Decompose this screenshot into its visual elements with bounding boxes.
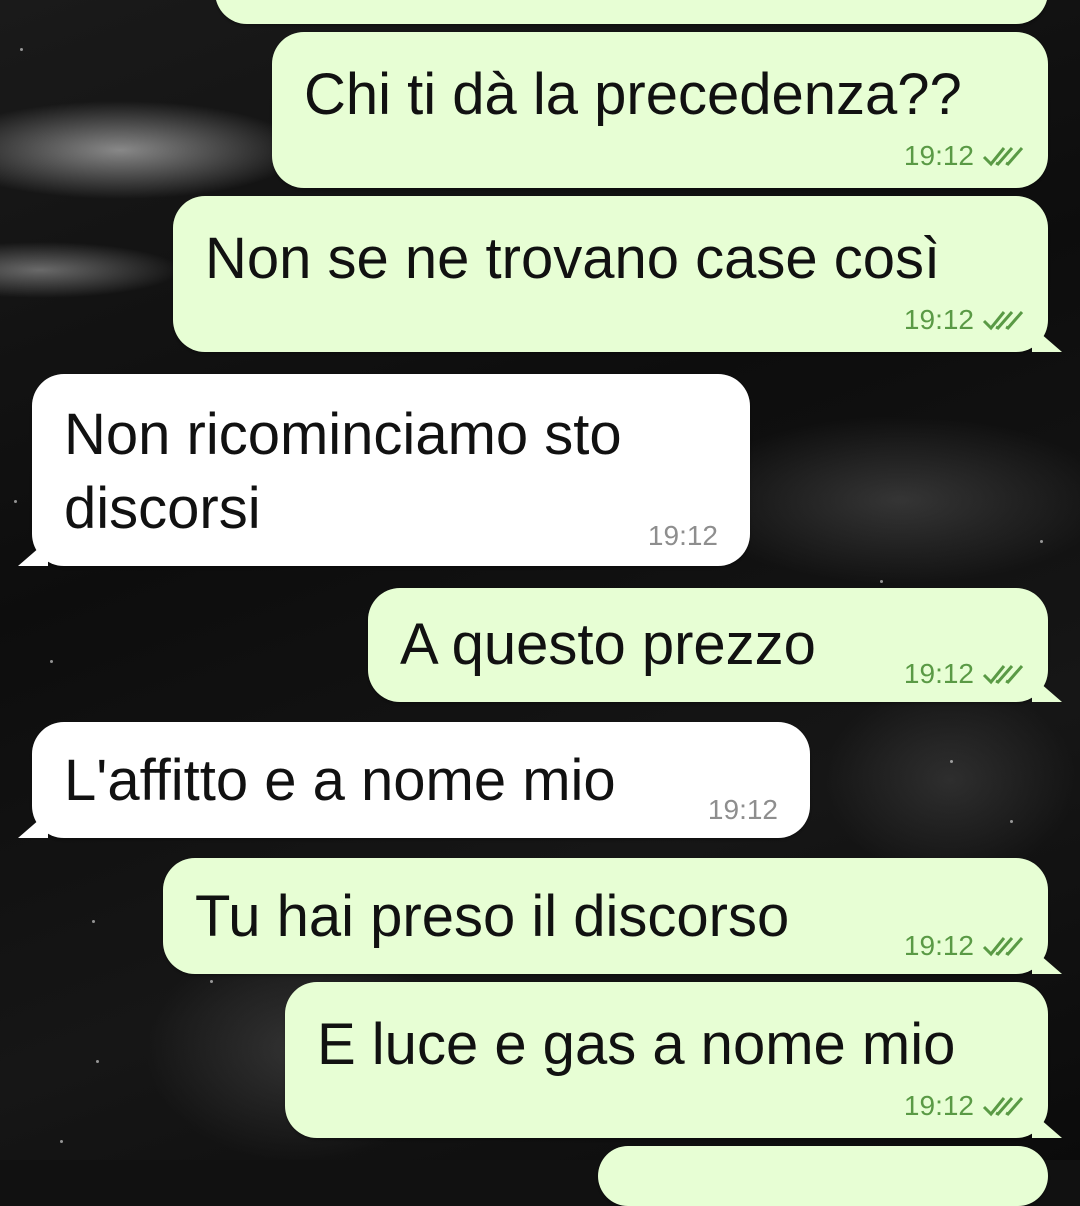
message-time: 19:12 [647,520,718,551]
message-meta: 19:12 [904,1090,1026,1122]
message-text: Chi ti dà la precedenza?? [304,62,962,127]
read-double-check-icon [982,147,1024,167]
read-double-check-icon [982,665,1024,685]
read-double-check-icon [982,1097,1024,1117]
message-bubble-outgoing[interactable]: Tu hai preso il discorso 19:12 [163,858,1062,974]
message-time: 19:12 [903,658,974,689]
message-text: Tu hai preso il discorso [195,884,790,949]
message-time: 19:12 [903,140,974,171]
message-meta: 19:12 [648,520,718,552]
read-double-check-icon [982,937,1024,957]
message-text: E luce e gas a nome mio [317,1012,956,1077]
message-meta: 19:12 [904,930,1026,962]
message-bubble-outgoing[interactable]: A questo prezzo 19:12 [368,588,1062,702]
message-text: L'affitto e a nome mio [64,748,616,813]
message-text: Non se ne trovano case così [205,226,941,291]
message-bubble-incoming[interactable]: Non ricominciamo sto discorsi 19:12 [18,374,750,566]
message-bubble-partial-top[interactable] [215,0,1048,24]
read-double-check-icon [982,311,1024,331]
message-text: A questo prezzo [400,612,816,677]
message-bubble-outgoing[interactable]: Chi ti dà la precedenza?? 19:12 [272,32,1048,188]
message-text-line1: Non ricominciamo sto [64,402,622,467]
message-time: 19:12 [903,304,974,335]
message-meta: 19:12 [708,794,778,826]
message-time: 19:12 [903,1090,974,1121]
message-time: 19:12 [903,930,974,961]
message-meta: 19:12 [904,304,1026,336]
message-time: 19:12 [707,794,778,825]
message-bubble-incoming[interactable]: L'affitto e a nome mio 19:12 [18,722,810,838]
message-meta: 19:12 [904,140,1026,172]
message-bubble-outgoing[interactable]: E luce e gas a nome mio 19:12 [285,982,1062,1138]
message-meta: 19:12 [904,658,1026,690]
message-bubble-partial-bottom[interactable] [598,1146,1048,1206]
message-bubble-outgoing[interactable]: Non se ne trovano case così 19:12 [173,196,1062,352]
message-text-line2: discorsi [64,476,261,541]
